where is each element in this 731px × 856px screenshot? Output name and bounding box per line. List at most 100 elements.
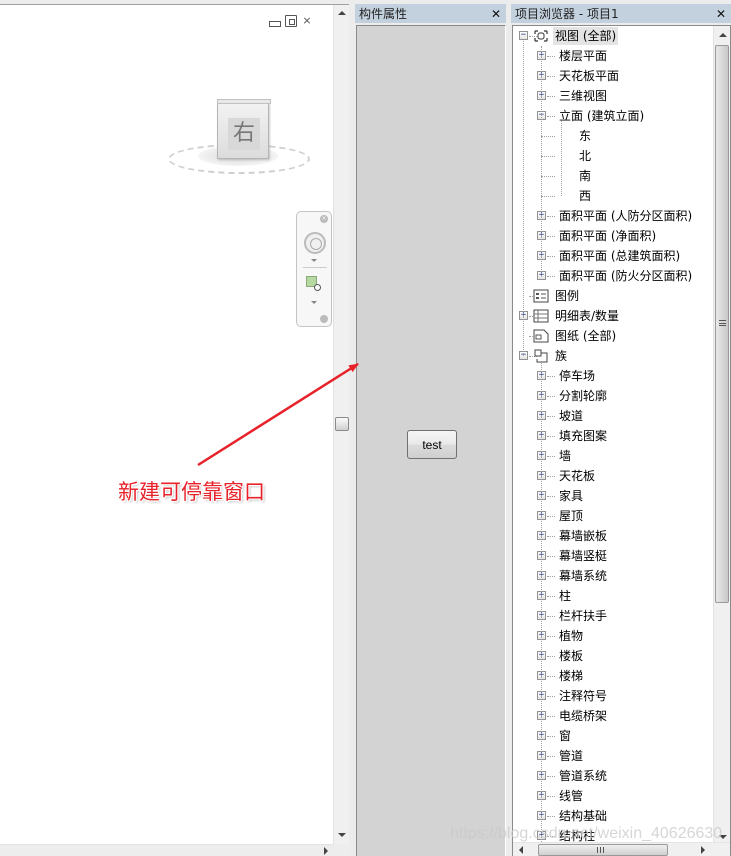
tree-item-label[interactable]: 天花板 (557, 467, 597, 485)
tree-horizontal-scrollbar[interactable] (513, 842, 730, 856)
properties-close-icon[interactable]: ✕ (491, 7, 501, 21)
project-browser-close-icon[interactable]: ✕ (716, 7, 726, 21)
tree-item[interactable]: + 明细表/数量 (513, 306, 714, 326)
tree-item[interactable]: 北 (513, 146, 714, 166)
viewcube-cube[interactable]: 右 (217, 99, 271, 159)
tree-item[interactable]: + 结构柱 (513, 826, 714, 843)
tree-item-label[interactable]: 停车场 (557, 367, 597, 385)
tree-item-label[interactable]: 图纸 (全部) (553, 327, 618, 345)
tree-item-label[interactable]: 栏杆扶手 (557, 607, 609, 625)
tree-item-label[interactable]: 立面 (建筑立面) (557, 107, 646, 125)
tree-item-label[interactable]: 柱 (557, 587, 573, 605)
tree-item[interactable]: + 停车场 (513, 366, 714, 386)
drawing-view[interactable]: ⨯ 右 × (0, 4, 349, 856)
tree-item-label[interactable]: 窗 (557, 727, 573, 745)
tree-item[interactable]: + 面积平面 (净面积) (513, 226, 714, 246)
viewcube[interactable]: 右 (168, 99, 310, 177)
view-horizontal-scrollbar[interactable] (0, 844, 333, 856)
scroll-right-arrow-icon[interactable] (701, 846, 705, 854)
scroll-thumb[interactable] (335, 417, 349, 431)
tree-item-label[interactable]: 幕墙竖梃 (557, 547, 609, 565)
tree-item[interactable]: + 幕墙嵌板 (513, 526, 714, 546)
tree-item-label[interactable]: 线管 (557, 787, 585, 805)
tree-item[interactable]: + 天花板平面 (513, 66, 714, 86)
steering-wheel-dropdown-icon[interactable] (311, 259, 317, 262)
tree-item[interactable]: + 楼板 (513, 646, 714, 666)
tree-item[interactable]: + 电缆桥架 (513, 706, 714, 726)
view-vertical-scrollbar[interactable] (333, 5, 349, 845)
tree-item-label[interactable]: 管道系统 (557, 767, 609, 785)
tree-item[interactable]: + 幕墙系统 (513, 566, 714, 586)
tree-item-label[interactable]: 分割轮廓 (557, 387, 609, 405)
tree-item[interactable]: + 管道 (513, 746, 714, 766)
project-browser-titlebar[interactable]: 项目浏览器 - 项目1 ✕ (511, 4, 731, 23)
tree-item[interactable]: 图纸 (全部) (513, 326, 714, 346)
collapse-icon[interactable]: − (519, 31, 528, 40)
tree-item-label[interactable]: 面积平面 (净面积) (557, 227, 658, 245)
close-icon[interactable]: ⨯ (301, 15, 313, 27)
tree-item[interactable]: 东 (513, 126, 714, 146)
tree-item-label[interactable]: 墙 (557, 447, 573, 465)
tree-item[interactable]: + 楼梯 (513, 666, 714, 686)
tree-item[interactable]: + 屋顶 (513, 506, 714, 526)
minimize-icon[interactable] (269, 15, 281, 27)
tree-item-label[interactable]: 东 (577, 127, 593, 145)
tree-item[interactable]: + 结构基础 (513, 806, 714, 826)
tree-item[interactable]: + 管道系统 (513, 766, 714, 786)
tree-item[interactable]: + 注释符号 (513, 686, 714, 706)
tree-item[interactable]: + 面积平面 (人防分区面积) (513, 206, 714, 226)
navbar-menu-icon[interactable] (320, 315, 328, 323)
tree-item[interactable]: 西 (513, 186, 714, 206)
restore-icon[interactable] (285, 15, 297, 27)
tree-item-label[interactable]: 幕墙系统 (557, 567, 609, 585)
tree-item[interactable]: + 线管 (513, 786, 714, 806)
tree-item-label[interactable]: 视图 (全部) (553, 27, 619, 45)
tree-item-label[interactable]: 明细表/数量 (553, 307, 621, 325)
tree-item[interactable]: + 楼层平面 (513, 46, 714, 66)
tree-item-label[interactable]: 南 (577, 167, 593, 185)
scroll-left-arrow-icon[interactable] (519, 846, 523, 854)
tree-item[interactable]: + 面积平面 (防火分区面积) (513, 266, 714, 286)
tree-item-label[interactable]: 坡道 (557, 407, 585, 425)
view-canvas[interactable]: ⨯ 右 × (0, 5, 333, 845)
tree-item[interactable]: 图例 (513, 286, 714, 306)
tree-item-label[interactable]: 植物 (557, 627, 585, 645)
tree-item[interactable]: 南 (513, 166, 714, 186)
tree-item-label[interactable]: 注释符号 (557, 687, 609, 705)
tree-item-label[interactable]: 楼层平面 (557, 47, 609, 65)
tree-item[interactable]: + 栏杆扶手 (513, 606, 714, 626)
tree-item[interactable]: + 植物 (513, 626, 714, 646)
tree-item[interactable]: + 坡道 (513, 406, 714, 426)
tree-item-label[interactable]: 三维视图 (557, 87, 609, 105)
navbar-close-icon[interactable]: × (320, 215, 328, 223)
tree-vertical-scrollbar[interactable] (713, 26, 730, 843)
tree-item[interactable]: + 面积平面 (总建筑面积) (513, 246, 714, 266)
tree-item[interactable]: + 家具 (513, 486, 714, 506)
resize-grip[interactable] (333, 844, 349, 856)
scroll-thumb[interactable] (715, 45, 729, 603)
scroll-up-arrow-icon[interactable] (719, 33, 727, 37)
tree-item[interactable]: + 柱 (513, 586, 714, 606)
viewcube-front-face[interactable]: 右 (228, 118, 260, 150)
tree-item[interactable]: + 填充图案 (513, 426, 714, 446)
tree-item[interactable]: + 分割轮廓 (513, 386, 714, 406)
tree-item-label[interactable]: 楼梯 (557, 667, 585, 685)
tree-item-label[interactable]: 族 (553, 347, 569, 365)
tree-item-label[interactable]: 北 (577, 147, 593, 165)
tree-item-label[interactable]: 图例 (553, 287, 581, 305)
tree-item[interactable]: + 墙 (513, 446, 714, 466)
tree-item-label[interactable]: 面积平面 (总建筑面积) (557, 247, 682, 265)
tree-item-label[interactable]: 屋顶 (557, 507, 585, 525)
tree-item-label[interactable]: 填充图案 (557, 427, 609, 445)
properties-panel-titlebar[interactable]: 构件属性 ✕ (355, 4, 506, 23)
viewcube-top-face[interactable] (217, 99, 271, 104)
tree-item[interactable]: + 窗 (513, 726, 714, 746)
tree-item-label[interactable]: 楼板 (557, 647, 585, 665)
tree-item[interactable]: − 族 (513, 346, 714, 366)
scroll-thumb[interactable] (538, 844, 668, 856)
steering-wheel-icon[interactable] (304, 232, 326, 254)
test-button[interactable]: test (407, 430, 457, 459)
tree-item-label[interactable]: 幕墙嵌板 (557, 527, 609, 545)
zoom-dropdown-icon[interactable] (311, 301, 317, 304)
scroll-down-arrow-icon[interactable] (338, 833, 346, 837)
